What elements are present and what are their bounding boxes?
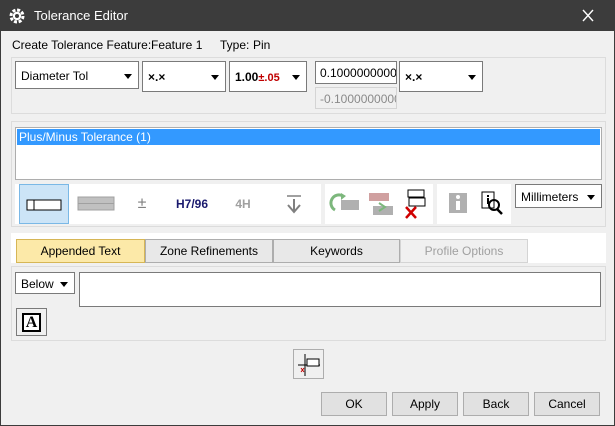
tolerance-list[interactable]: Plus/Minus Tolerance (1) xyxy=(15,127,602,180)
tolerance-style-toolbar: ± H7/96 4H xyxy=(15,184,321,224)
list-item[interactable]: Plus/Minus Tolerance (1) xyxy=(17,129,600,145)
upper-precision-value: ×.× xyxy=(148,70,166,84)
format-plusminus: ±.05 xyxy=(258,72,280,84)
chevron-down-icon xyxy=(587,195,595,200)
upper-tolerance-value: 0.1000000000000 xyxy=(320,66,397,80)
font-icon: A xyxy=(22,313,41,332)
type-value: Pin xyxy=(253,38,271,52)
delete-icon xyxy=(405,189,426,219)
limits-fits-label: H7/96 xyxy=(175,197,209,211)
basic-tolerance-button[interactable] xyxy=(19,184,69,224)
tolerance-format-display: 1.00±.05 xyxy=(235,70,280,84)
units-value: Millimeters xyxy=(521,190,579,204)
feature-label: Create Tolerance Feature: xyxy=(12,38,152,52)
ok-button[interactable]: OK xyxy=(321,392,387,416)
format-nominal: 1.00 xyxy=(235,70,259,84)
chevron-down-icon xyxy=(468,75,476,80)
close-button[interactable] xyxy=(573,5,603,27)
upper-precision-select[interactable]: ×.× xyxy=(142,61,226,92)
basic-dimension-icon xyxy=(26,199,62,211)
back-button[interactable]: Back xyxy=(463,392,529,416)
dimension-position-icon xyxy=(298,354,320,376)
reference-dimension-icon xyxy=(77,196,115,211)
arrow-down-icon xyxy=(287,195,301,214)
tolerance-down-button xyxy=(279,184,309,224)
type-label: Type: xyxy=(220,38,250,52)
lower-precision-select[interactable]: ×.× xyxy=(399,61,483,92)
thread-grade-label: 4H xyxy=(235,197,251,211)
info-icon xyxy=(449,193,467,213)
close-icon xyxy=(582,9,594,22)
cancel-button[interactable]: Cancel xyxy=(534,392,600,416)
tab-bar: Appended Text Zone Refinements Keywords … xyxy=(11,233,606,263)
tab-appended-text[interactable]: Appended Text xyxy=(16,239,145,263)
chevron-down-icon xyxy=(124,74,132,79)
thread-grade-button: 4H xyxy=(227,184,259,224)
chevron-down-icon xyxy=(211,75,219,80)
tolerance-type-value: Diameter Tol xyxy=(21,69,89,83)
swap-button xyxy=(365,184,397,224)
gear-icon xyxy=(9,8,25,24)
feature-value: Feature 1 xyxy=(151,38,203,52)
reposition-button[interactable] xyxy=(293,349,324,379)
apply-button[interactable]: Apply xyxy=(392,392,458,416)
tab-profile-options: Profile Options xyxy=(400,239,528,263)
text-position-select[interactable]: Below xyxy=(15,272,75,294)
tolerance-format-select[interactable]: 1.00±.05 xyxy=(229,61,307,92)
convert-button xyxy=(329,184,361,224)
units-select[interactable]: Millimeters xyxy=(515,184,602,208)
plus-minus-button[interactable]: ± xyxy=(127,184,157,224)
limits-fits-button[interactable]: H7/96 xyxy=(167,184,217,224)
appended-text-input[interactable] xyxy=(79,272,601,307)
convert-icon xyxy=(329,193,359,212)
lower-tolerance-value: -0.100000000000 xyxy=(320,92,396,106)
lower-tolerance-input: -0.100000000000 xyxy=(315,87,397,109)
plus-minus-label: ± xyxy=(137,195,147,212)
chevron-down-icon xyxy=(60,282,68,287)
tolerance-editor-window: Tolerance Editor Create Tolerance Featur… xyxy=(0,0,615,426)
tab-keywords[interactable]: Keywords xyxy=(273,239,400,263)
reference-tolerance-button[interactable] xyxy=(73,184,123,224)
inspect-button[interactable] xyxy=(477,184,507,224)
window-title: Tolerance Editor xyxy=(34,8,128,23)
tolerance-type-select[interactable]: Diameter Tol xyxy=(15,61,139,89)
edit-toolbar xyxy=(325,184,433,224)
tab-zone-refinements[interactable]: Zone Refinements xyxy=(145,239,273,263)
chevron-down-icon xyxy=(292,75,300,80)
delete-button[interactable] xyxy=(401,184,431,224)
swap-icon xyxy=(369,193,393,215)
title-bar[interactable]: Tolerance Editor xyxy=(1,1,614,31)
magnifier-icon xyxy=(481,191,503,215)
font-button[interactable]: A xyxy=(16,308,47,336)
info-toolbar xyxy=(437,184,511,224)
text-position-value: Below xyxy=(21,277,54,291)
lower-precision-value: ×.× xyxy=(405,70,423,84)
upper-tolerance-input[interactable]: 0.1000000000000 xyxy=(315,61,397,84)
information-button xyxy=(443,184,473,224)
